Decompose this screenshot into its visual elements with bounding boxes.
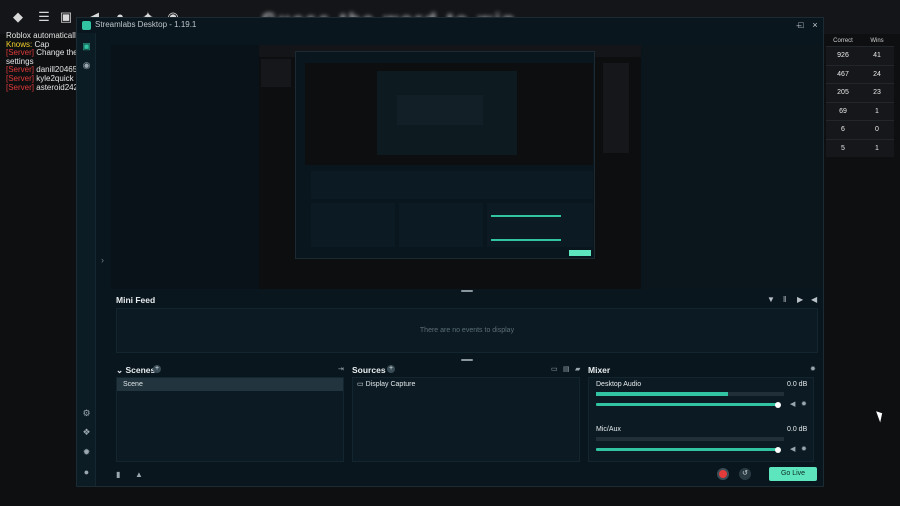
nested-preview-deep [397,95,483,125]
desktop-audio-meter [596,392,784,396]
resize-handle[interactable] [461,359,473,361]
chevron-right-icon[interactable]: › [101,255,104,265]
add-scene-button[interactable]: + [153,365,161,373]
settings-gear-icon[interactable]: ✹ [81,447,92,458]
skip-icon[interactable]: ▶ [797,295,803,304]
chat-line: Roblox automatically [6,32,78,40]
leaderboard: Correct Wins 926 41 467 24 205 23 69 1 60 51 [826,36,894,157]
window-title: Streamlabs Desktop - 1.19.1 [95,20,197,29]
source-item[interactable]: ▭ Display Capture [353,378,579,391]
sources-title: Sources [352,365,386,375]
desktop-audio-volume-slider[interactable] [596,403,778,406]
replay-buffer-icon[interactable]: ↺ [739,468,751,480]
close-button[interactable]: × [809,19,821,31]
track-settings-icon[interactable]: ✹ [801,445,807,453]
group-icon[interactable]: ▤ [563,365,570,373]
leaderboard-row: 205 23 [826,83,894,102]
maximize-button[interactable]: □ [795,19,807,31]
mini-feed-body: There are no events to display [116,308,818,353]
folder-icon[interactable]: ▰ [575,365,580,373]
chat-line: Knows: Cap [6,40,50,49]
preview-canvas [259,45,641,289]
chat-icon[interactable]: ▣ [58,9,74,25]
streamlabs-window: Streamlabs Desktop - 1.19.1 – □ × ▣ ◉ ⚙ … [76,17,824,487]
nested-minifeed [311,171,593,199]
leaderboard-row: 51 [826,138,894,157]
chat-line: [Server] asteroid2425 [6,83,78,92]
track-settings-icon[interactable]: ✹ [801,400,807,408]
mic-aux-volume-slider[interactable] [596,448,778,451]
nested-leaderboard [603,63,629,153]
track-db: 0.0 dB [787,426,808,433]
performance-icon[interactable]: ▮ [116,470,120,479]
chat-line: settings [6,57,34,66]
leaderboard-header: Correct Wins [833,38,884,44]
mini-feed-empty-text: There are no events to display [419,327,515,334]
chat-line: [Server] Change the [6,49,78,58]
leaderboard-row: 69 1 [826,101,894,120]
filter-icon[interactable]: ▼ [767,295,775,304]
sidebar: ▣ ◉ ⚙ ❖ ✹ ● [77,33,96,486]
scenes-panel: ⌄ Scenes + ⇥ Scene [111,363,347,463]
mic-aux-meter [596,437,784,441]
scene-item[interactable]: Scene [117,378,343,391]
slider-handle[interactable] [775,402,781,408]
themes-icon[interactable]: ◉ [81,60,92,71]
nested-chat [261,59,291,87]
mute-icon[interactable]: ◀ [811,295,817,304]
title-bar[interactable]: Streamlabs Desktop - 1.19.1 – □ × [77,18,823,33]
scenes-list: Scene [116,377,344,462]
add-source-button[interactable]: + [387,365,395,373]
speaker-icon[interactable]: ◀ [790,400,795,408]
leaderboard-row: 926 41 [826,46,894,65]
mixer-body: Desktop Audio 0.0 dB ◀ ✹ Mic/Aux 0.0 dB … [588,377,814,462]
mini-feed-title: Mini Feed [116,295,156,305]
mini-feed-panel: Mini Feed ▼ ‖ ▶ ◀ There are no events to… [111,292,823,358]
leaderboard-row: 467 24 [826,64,894,83]
source-properties-icon[interactable]: ▭ [551,365,558,373]
scenes-title: ⌄ Scenes [116,365,156,375]
scene-transitions-icon[interactable]: ⇥ [338,365,344,373]
preview-right-area [641,45,823,289]
nested-meter [491,215,561,217]
nested-scenes [311,203,395,247]
preview-left-area [111,45,259,289]
leaderboard-row: 60 [826,120,894,139]
track-db: 0.0 dB [787,381,808,388]
nested-meter [491,239,561,241]
editor-icon[interactable]: ▣ [81,41,92,52]
muted-speaker-icon[interactable]: ◀ [790,445,795,453]
profile-icon[interactable]: ● [81,467,92,478]
go-live-button[interactable]: Go Live [769,467,817,481]
nested-go-live [569,250,591,256]
layout-icon[interactable]: ❖ [81,427,92,438]
mouse-cursor-icon [876,409,885,423]
nested-sources [399,203,483,247]
roblox-logo-icon[interactable]: ◆ [10,9,26,25]
slider-handle[interactable] [775,447,781,453]
chat-line: [Server] kyle2quick h [6,74,78,83]
meter-level [596,392,728,396]
alert-icon[interactable]: ▲ [135,470,143,479]
track-name: Desktop Audio [596,381,642,388]
menu-icon[interactable]: ☰ [36,9,52,25]
chat-line: [Server] danill20465 [6,66,78,75]
sources-panel: Sources + ▭ ▤ ▰ ▭ Display Capture [347,363,583,463]
studio-mode-icon[interactable]: ⚙ [81,408,92,419]
mixer-panel: Mixer ✹ Desktop Audio 0.0 dB ◀ ✹ Mic/Aux… [583,363,823,463]
stream-preview[interactable] [111,45,823,289]
mixer-title: Mixer [588,365,611,375]
monitor-icon: ▭ [357,381,364,388]
track-name: Mic/Aux [596,426,621,433]
record-button[interactable] [717,468,729,480]
mixer-settings-icon[interactable]: ✹ [810,365,816,373]
sources-list: ▭ Display Capture [352,377,580,462]
footer-bar: ▮ ▲ ↺ Go Live [111,465,823,486]
pause-icon[interactable]: ‖ [783,295,786,304]
streamlabs-logo-icon [82,21,91,30]
roblox-chat: Roblox automatically Knows: Cap [Server]… [6,32,78,92]
